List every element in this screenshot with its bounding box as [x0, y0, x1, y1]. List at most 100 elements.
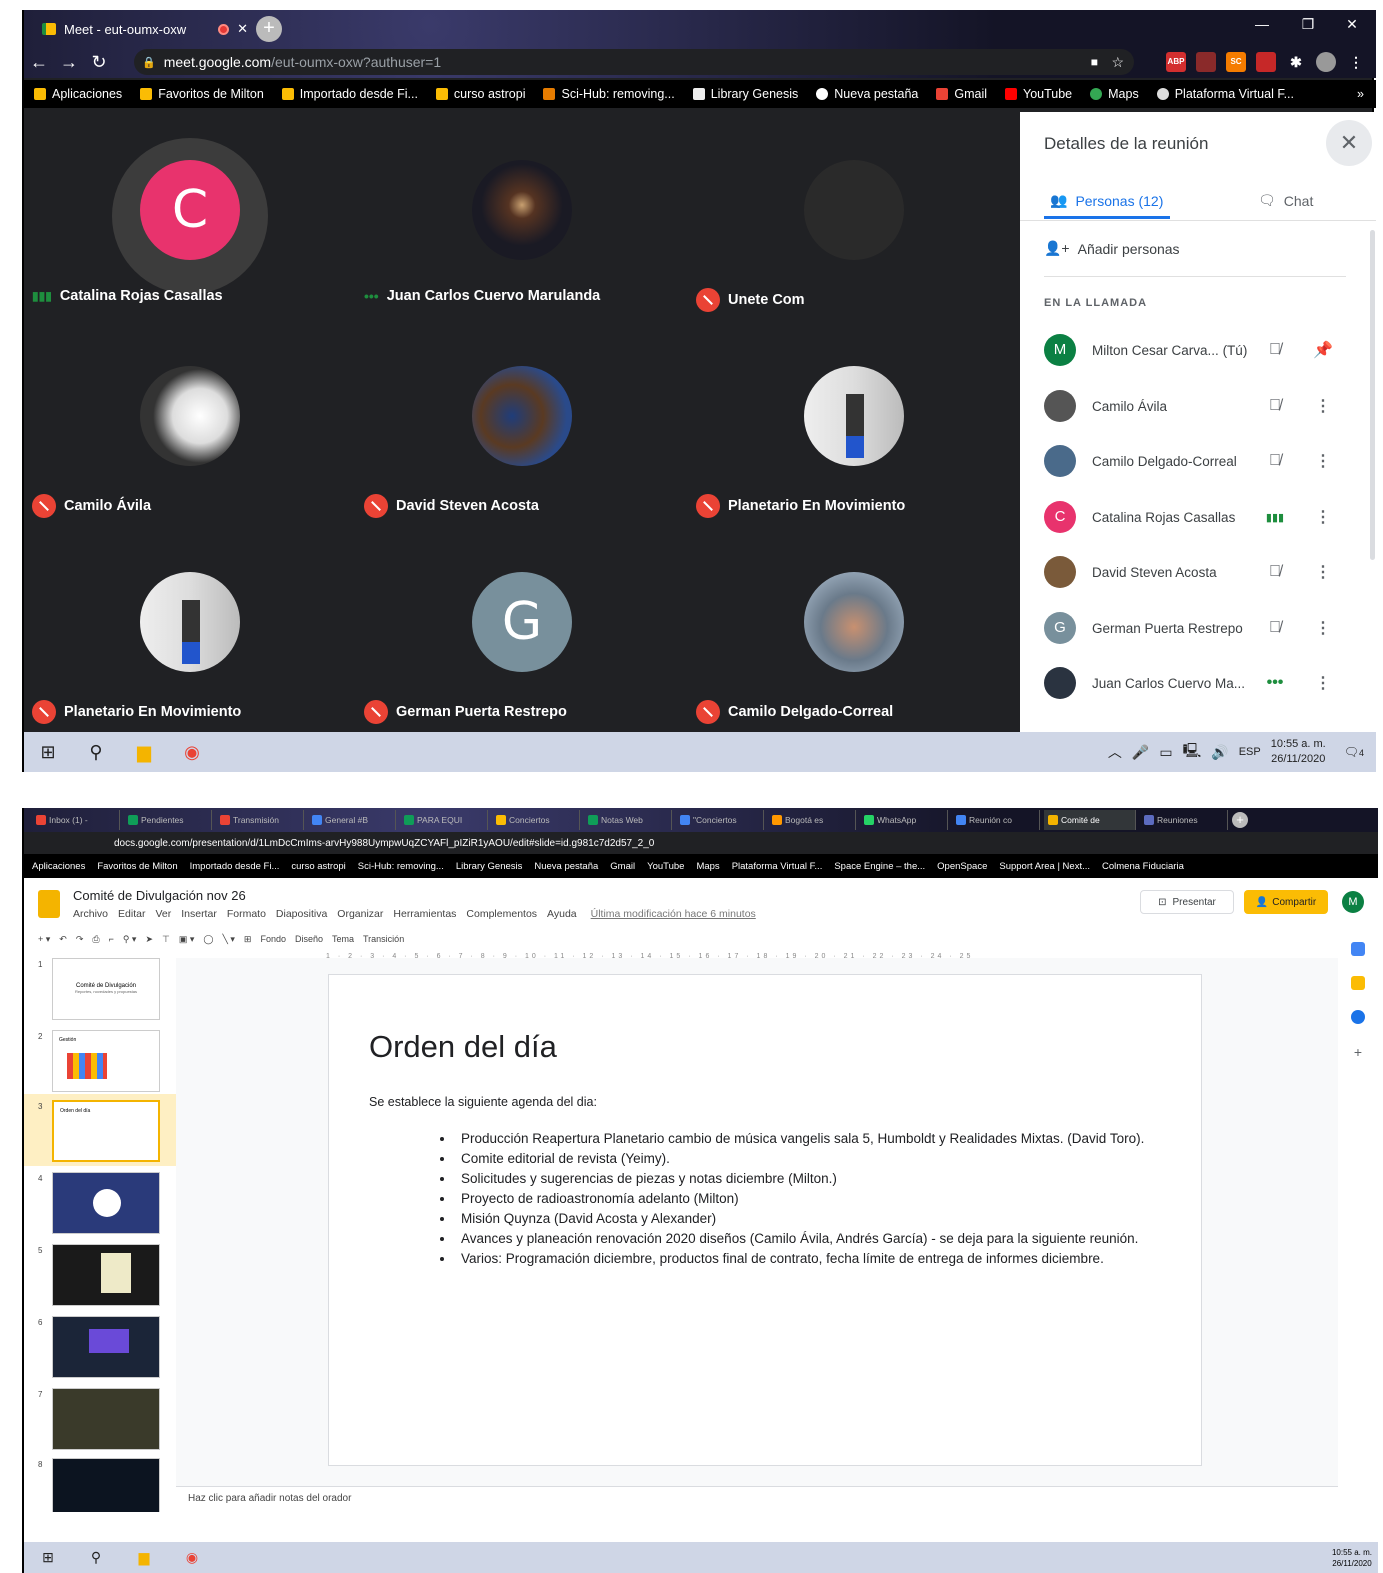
participant-row[interactable]: Camilo Delgado-Correal 🎙̸ ⋮ [1044, 441, 1344, 481]
print-icon[interactable]: ⎙ [92, 934, 99, 945]
tasks-icon[interactable] [1351, 1010, 1365, 1024]
minimize-button[interactable]: — [1240, 10, 1284, 40]
reload-icon[interactable]: ↻ [84, 52, 114, 73]
tab-active[interactable]: Comité de [1044, 810, 1136, 830]
more-icon[interactable]: ⋮ [1313, 673, 1333, 693]
notifications-icon[interactable]: 🗨4 [1344, 745, 1364, 759]
tab-people[interactable]: 👥 Personas (12) [1050, 192, 1163, 209]
maximize-button[interactable]: ❐ [1286, 10, 1330, 40]
tab[interactable]: WhatsApp [860, 810, 948, 830]
last-edit-link[interactable]: Última modificación hace 6 minutos [591, 908, 756, 920]
layout-button[interactable]: Diseño [295, 934, 323, 944]
bookmark[interactable]: Favoritos de Milton [140, 87, 264, 101]
participant-tile[interactable]: Camilo Ávila [24, 318, 356, 524]
slide-thumbnail[interactable] [52, 1388, 160, 1450]
slides-logo-icon[interactable] [38, 890, 60, 918]
bookmark[interactable]: Nueva pestaña [816, 87, 918, 101]
menu-item[interactable]: Diapositiva [276, 908, 327, 920]
pin-icon[interactable]: 📌 [1313, 340, 1333, 360]
bookmark[interactable]: Library Genesis [692, 87, 798, 101]
back-icon[interactable]: ← [24, 52, 54, 73]
search-icon[interactable]: ⚲ [72, 742, 120, 763]
star-icon[interactable]: ☆ [1111, 54, 1124, 71]
more-icon[interactable]: ⋮ [1313, 618, 1333, 638]
textbox-icon[interactable]: ⊤ [162, 934, 170, 945]
slide-thumbnail[interactable] [52, 1458, 160, 1512]
menu-item[interactable]: Ayuda [547, 908, 577, 920]
bookmark[interactable]: OpenSpace [937, 861, 987, 872]
tab[interactable]: Notas Web [584, 810, 672, 830]
abp-icon[interactable]: ABP [1166, 52, 1186, 72]
tab[interactable]: Reunión co [952, 810, 1040, 830]
slide-thumbnail-selected[interactable]: Orden del día [52, 1100, 160, 1162]
bookmark[interactable]: Plataforma Virtual F... [732, 861, 823, 872]
file-explorer-icon[interactable]: ▆ [120, 742, 168, 763]
bookmark[interactable]: Aplicaciones [32, 861, 85, 872]
menu-icon[interactable]: ⋮ [1346, 52, 1366, 72]
shape-icon[interactable]: ◯ [203, 934, 213, 945]
slide-thumbnail[interactable] [52, 1316, 160, 1378]
file-explorer-icon[interactable]: ▆ [120, 1549, 168, 1566]
more-icon[interactable]: ⋮ [1313, 451, 1333, 471]
menu-item[interactable]: Insertar [181, 908, 217, 920]
camera-icon[interactable]: ■ [1091, 55, 1098, 69]
profile-icon[interactable] [1316, 52, 1336, 72]
chrome-icon[interactable]: ◉ [168, 1549, 216, 1566]
participant-tile[interactable]: C ▮▮▮ Catalina Rojas Casallas [24, 112, 356, 318]
calendar-icon[interactable] [1351, 942, 1365, 956]
redo-icon[interactable]: ↷ [76, 934, 84, 945]
document-title[interactable]: Comité de Divulgación nov 26 [73, 888, 246, 903]
new-slide-icon[interactable]: + ▾ [38, 934, 50, 945]
paint-format-icon[interactable]: ⌐ [109, 934, 114, 944]
bookmark[interactable]: Gmail [936, 87, 987, 101]
undo-icon[interactable]: ↶ [59, 934, 67, 945]
tab[interactable]: General #B [308, 810, 396, 830]
current-slide[interactable]: Orden del día Se establece la siguiente … [328, 974, 1202, 1466]
participant-tile[interactable]: Camilo Delgado-Correal [688, 524, 1020, 730]
transition-button[interactable]: Transición [363, 934, 404, 944]
bookmark[interactable]: Favoritos de Milton [97, 861, 177, 872]
scrollbar[interactable] [1370, 230, 1375, 560]
bookmark[interactable]: Aplicaciones [34, 87, 122, 101]
menu-item[interactable]: Formato [227, 908, 266, 920]
tab[interactable]: Inbox (1) - [32, 810, 120, 830]
bookmark[interactable]: Library Genesis [456, 861, 523, 872]
more-icon[interactable]: ⋮ [1313, 562, 1333, 582]
tab[interactable]: PARA EQUI [400, 810, 488, 830]
bookmark-overflow[interactable]: » [1357, 87, 1364, 101]
line-icon[interactable]: ╲ ▾ [222, 934, 234, 945]
mendeley-icon[interactable] [1256, 52, 1276, 72]
menu-item[interactable]: Organizar [337, 908, 383, 920]
bookmark[interactable]: YouTube [647, 861, 684, 872]
close-icon[interactable]: ✕ [1326, 120, 1372, 166]
participant-row[interactable]: Camilo Ávila 🎙̸ ⋮ [1044, 386, 1344, 426]
chrome-icon[interactable]: ◉ [168, 742, 216, 763]
keep-icon[interactable] [1351, 976, 1365, 990]
bookmark[interactable]: Plataforma Virtual F... [1156, 87, 1294, 101]
forward-icon[interactable]: → [54, 52, 84, 73]
participant-tile[interactable]: Unete Com [688, 112, 1020, 318]
slide-thumbnail[interactable]: Gestión [52, 1030, 160, 1092]
menu-item[interactable]: Herramientas [393, 908, 456, 920]
participant-row[interactable]: C Catalina Rojas Casallas ▮▮▮ ⋮ [1044, 497, 1344, 537]
bookmark[interactable]: Gmail [610, 861, 635, 872]
background-button[interactable]: Fondo [260, 934, 286, 944]
menu-item[interactable]: Complementos [466, 908, 537, 920]
comment-icon[interactable]: ⊞ [244, 934, 252, 945]
slide-thumbnail[interactable] [52, 1172, 160, 1234]
bookmark[interactable]: Space Engine – the... [834, 861, 925, 872]
bookmark[interactable]: curso astropi [291, 861, 345, 872]
select-icon[interactable]: ➤ [145, 934, 153, 945]
participant-tile[interactable]: G German Puerta Restrepo [356, 524, 688, 730]
participant-row[interactable]: G German Puerta Restrepo 🎙̸ ⋮ [1044, 608, 1344, 648]
tab-meet[interactable]: Meet - eut-oumx-oxw ✕ + [32, 14, 294, 44]
speaker-notes[interactable]: Haz clic para añadir notas del orador [176, 1486, 1338, 1538]
bookmark[interactable]: Nueva pestaña [534, 861, 598, 872]
sc-icon[interactable]: SC [1226, 52, 1246, 72]
close-tab-icon[interactable]: ✕ [237, 21, 248, 37]
bookmark[interactable]: Importado desde Fi... [281, 87, 418, 101]
language-indicator[interactable]: ESP [1239, 746, 1261, 758]
participant-tile[interactable]: ••• Juan Carlos Cuervo Marulanda [356, 112, 688, 318]
puzzle-icon[interactable]: ✱ [1286, 52, 1306, 72]
windows-start-icon[interactable]: ⊞ [24, 742, 72, 763]
